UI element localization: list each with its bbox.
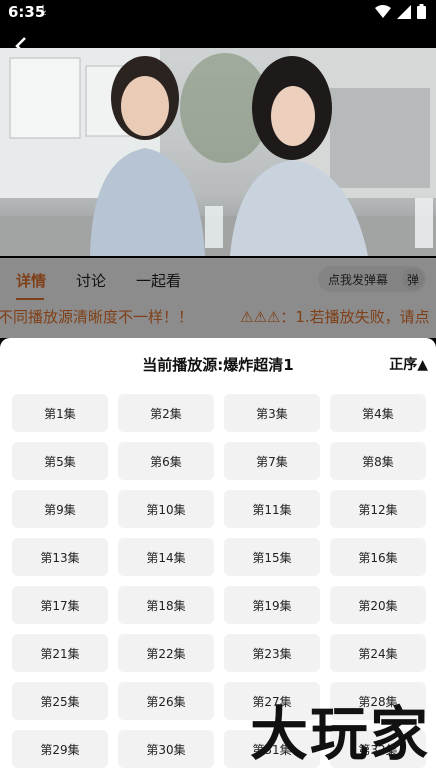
episode-button[interactable]: 第24集 bbox=[330, 634, 426, 672]
episode-button[interactable]: 第8集 bbox=[330, 442, 426, 480]
sheet-title: 当前播放源:爆炸超清1 bbox=[142, 356, 294, 374]
episode-button[interactable]: 第4集 bbox=[330, 394, 426, 432]
episode-button[interactable]: 第16集 bbox=[330, 538, 426, 576]
episode-button[interactable]: 第22集 bbox=[118, 634, 214, 672]
watermark-logo: 大玩家 bbox=[249, 700, 430, 768]
episode-button[interactable]: 第2集 bbox=[118, 394, 214, 432]
status-icons bbox=[375, 4, 426, 19]
episode-button[interactable]: 第25集 bbox=[12, 682, 108, 720]
episode-button[interactable]: 第11集 bbox=[224, 490, 320, 528]
status-bar: 6:35 ⤓ bbox=[0, 0, 436, 26]
episode-button[interactable]: 第20集 bbox=[330, 586, 426, 624]
dim-overlay[interactable] bbox=[0, 258, 436, 338]
episode-button[interactable]: 第18集 bbox=[118, 586, 214, 624]
episode-button[interactable]: 第30集 bbox=[118, 730, 214, 768]
episode-button[interactable]: 第21集 bbox=[12, 634, 108, 672]
episode-button[interactable]: 第7集 bbox=[224, 442, 320, 480]
battery-icon bbox=[417, 4, 426, 19]
episode-button[interactable]: 第3集 bbox=[224, 394, 320, 432]
episode-button[interactable]: 第19集 bbox=[224, 586, 320, 624]
video-scene bbox=[0, 48, 436, 256]
episode-button[interactable]: 第17集 bbox=[12, 586, 108, 624]
download-icon: ⤓ bbox=[40, 2, 47, 18]
episode-button[interactable]: 第14集 bbox=[118, 538, 214, 576]
wifi-icon bbox=[375, 4, 391, 18]
episode-button[interactable]: 第6集 bbox=[118, 442, 214, 480]
signal-icon bbox=[397, 4, 411, 19]
episode-button[interactable]: 第5集 bbox=[12, 442, 108, 480]
episode-button[interactable]: 第13集 bbox=[12, 538, 108, 576]
episode-button[interactable]: 第12集 bbox=[330, 490, 426, 528]
sort-order-button[interactable]: 正序▲ bbox=[389, 354, 428, 374]
episode-button[interactable]: 第10集 bbox=[118, 490, 214, 528]
episode-button[interactable]: 第15集 bbox=[224, 538, 320, 576]
episode-button[interactable]: 第26集 bbox=[118, 682, 214, 720]
episode-button[interactable]: 第29集 bbox=[12, 730, 108, 768]
video-player[interactable] bbox=[0, 26, 436, 258]
episode-button[interactable]: 第9集 bbox=[12, 490, 108, 528]
episode-button[interactable]: 第23集 bbox=[224, 634, 320, 672]
episode-button[interactable]: 第1集 bbox=[12, 394, 108, 432]
video-frame bbox=[0, 48, 436, 256]
